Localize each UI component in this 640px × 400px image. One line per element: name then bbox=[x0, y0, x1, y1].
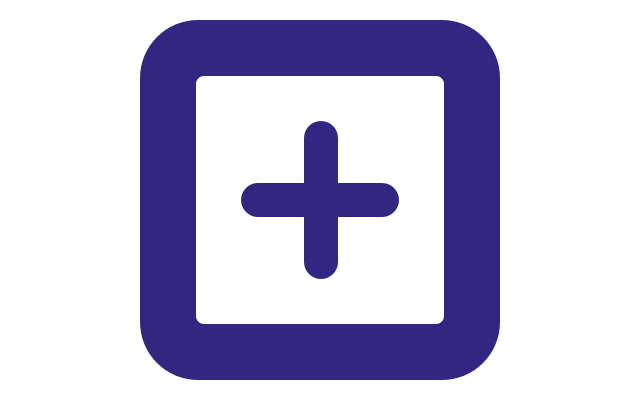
plus-horizontal-bar bbox=[241, 183, 399, 217]
icon-canvas bbox=[0, 0, 640, 400]
add-icon-container bbox=[140, 20, 500, 380]
plus-square-icon bbox=[140, 20, 500, 380]
